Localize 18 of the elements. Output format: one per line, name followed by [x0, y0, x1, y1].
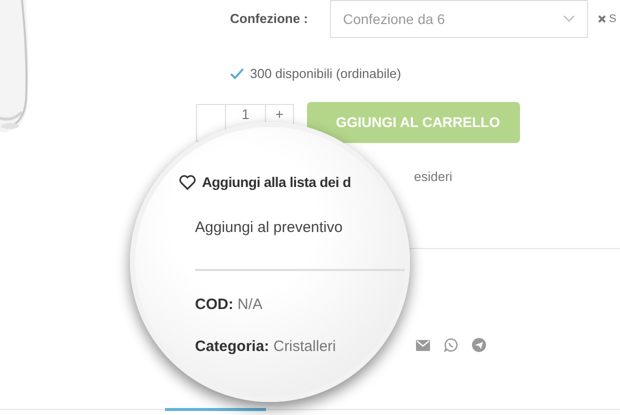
check-icon [230, 68, 244, 80]
heart-icon [179, 175, 196, 190]
quote-link[interactable]: Aggiungi al preventivo [195, 217, 343, 240]
whatsapp-icon[interactable] [444, 338, 458, 352]
wishlist-link[interactable]: esideri [414, 167, 452, 186]
wishlist-link[interactable]: Aggiungi alla lista dei d [202, 172, 351, 193]
chevron-down-icon [563, 15, 575, 23]
meta-line: COD: N/A [195, 295, 264, 315]
stock-status: 300 disponibili (ordinabile) [250, 65, 402, 83]
mail-icon[interactable] [416, 340, 430, 350]
meta-line: Categoria: Cristalleri [195, 336, 336, 356]
field-label: Confezione : [230, 10, 309, 28]
package-select[interactable]: Confezione da 6 [330, 0, 588, 38]
increment-button[interactable]: + [275, 106, 284, 122]
close-icon[interactable] [598, 15, 606, 23]
telegram-icon[interactable] [472, 338, 486, 352]
quantity-field[interactable]: 1 [242, 106, 250, 122]
clear-link[interactable]: S [609, 10, 616, 28]
